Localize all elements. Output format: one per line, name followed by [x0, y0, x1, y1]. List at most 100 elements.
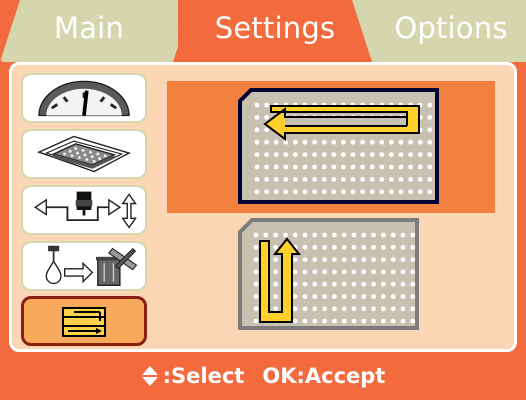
well-dot: [312, 257, 318, 262]
well-dot: [417, 164, 423, 170]
sidebar-item-direction-pattern[interactable]: [21, 296, 147, 346]
well-dot: [312, 164, 317, 170]
sidebar-item-probe-height[interactable]: [21, 185, 147, 235]
well-dot: [408, 189, 413, 195]
well-dot: [360, 177, 365, 182]
well-dot: [417, 152, 423, 157]
well-dot: [361, 232, 367, 238]
well-dot: [427, 115, 433, 120]
well-dot: [351, 281, 357, 287]
well-dot: [400, 306, 406, 312]
well-dot: [371, 269, 376, 275]
well-dot: [390, 281, 396, 287]
well-dot: [351, 257, 357, 262]
well-dot: [302, 318, 308, 324]
well-dot: [417, 139, 423, 145]
well-dot: [273, 257, 278, 262]
well-dot: [312, 139, 317, 145]
dispense-waste-icon: [45, 245, 138, 287]
well-dot: [331, 164, 337, 170]
well-dot: [341, 232, 347, 238]
well-dot: [400, 318, 406, 324]
well-dot: [312, 281, 318, 287]
well-dot: [332, 257, 337, 262]
well-dot: [381, 281, 386, 287]
well-dot: [253, 281, 259, 287]
well-dot: [351, 232, 357, 238]
well-dot: [400, 244, 406, 250]
well-dot: [427, 177, 433, 182]
well-dot: [398, 189, 404, 195]
well-dot: [283, 189, 289, 195]
well-dot: [283, 152, 289, 157]
select-hint-label: :Select: [162, 364, 245, 388]
well-dot: [254, 164, 260, 170]
well-dot: [302, 294, 308, 299]
well-dot: [381, 294, 386, 299]
well-dot: [273, 294, 278, 299]
pattern-option-alt[interactable]: [220, 215, 442, 333]
plate-icon: [37, 135, 131, 173]
well-dot: [351, 306, 357, 312]
well-dot: [389, 152, 394, 157]
well-dot: [292, 294, 298, 299]
well-dot: [273, 232, 278, 238]
sidebar-item-gauge[interactable]: [21, 73, 147, 123]
well-dot: [390, 257, 396, 262]
well-dot: [302, 152, 308, 157]
well-dot: [361, 294, 367, 299]
sidebar-item-dispense-waste[interactable]: [21, 241, 147, 291]
tab-settings[interactable]: Settings: [173, 0, 369, 62]
well-dot: [273, 177, 279, 182]
well-dot: [322, 269, 327, 275]
well-dot: [398, 152, 404, 157]
well-dot: [361, 269, 367, 275]
well-dot: [273, 164, 279, 170]
well-dot: [410, 244, 416, 250]
well-dot: [264, 177, 269, 182]
well-dot: [292, 306, 298, 312]
well-dot: [312, 152, 317, 157]
well-dot: [417, 189, 423, 195]
well-dot: [427, 139, 433, 145]
tab-main[interactable]: Main: [0, 0, 178, 62]
sidebar-item-plate[interactable]: [21, 129, 147, 179]
well-dot: [371, 306, 376, 312]
probe-height-icon: [33, 191, 137, 229]
gauge-icon: [38, 80, 130, 117]
tab-options[interactable]: Options: [352, 0, 526, 62]
well-dot: [264, 115, 269, 120]
well-dot: [264, 127, 269, 133]
well-dot: [390, 294, 396, 299]
well-dot: [341, 318, 347, 324]
well-dot: [350, 177, 356, 182]
well-dot: [312, 244, 318, 250]
well-dot: [254, 152, 260, 157]
well-dot: [273, 281, 278, 287]
well-dot: [273, 189, 279, 195]
well-dot: [350, 152, 356, 157]
device-screen: Main Settings Options:Select OK:Accept: [0, 0, 526, 400]
well-dot: [331, 152, 337, 157]
well-dot: [369, 139, 375, 145]
well-dot: [371, 257, 376, 262]
well-dot: [371, 294, 376, 299]
well-dot: [302, 139, 308, 145]
pattern-option-selected[interactable]: [167, 81, 495, 213]
tab-settings-label: Settings: [214, 11, 336, 45]
well-dot: [293, 139, 298, 145]
well-dot: [390, 318, 396, 324]
well-dot: [332, 306, 337, 312]
well-dot: [273, 152, 279, 157]
well-dot: [400, 294, 406, 299]
well-dot: [410, 281, 416, 287]
well-dot: [410, 294, 416, 299]
well-dot: [350, 189, 356, 195]
well-dot: [341, 189, 346, 195]
well-dot: [254, 177, 260, 182]
well-dot: [302, 257, 308, 262]
well-dot: [293, 152, 298, 157]
well-dot: [389, 177, 394, 182]
well-dot: [302, 189, 308, 195]
well-dot: [369, 189, 375, 195]
